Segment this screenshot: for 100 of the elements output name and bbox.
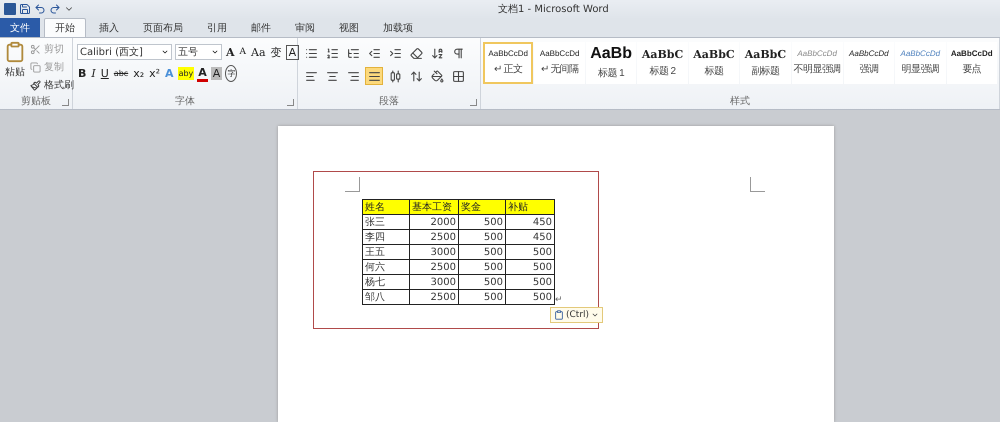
table-cell: 2000 <box>410 214 458 230</box>
margin-corner-mark <box>750 177 765 192</box>
style-item[interactable]: AaBbCcDd 强调 <box>844 42 894 84</box>
launcher-icon[interactable] <box>62 99 69 106</box>
ribbon-tab[interactable]: 插入 <box>88 18 130 37</box>
font-button[interactable]: A <box>210 67 222 80</box>
table-cell: 2500 <box>410 290 458 304</box>
table-cell: 张三 <box>362 214 410 230</box>
style-item[interactable]: AaBbC 副标题 <box>740 42 791 84</box>
undo-icon[interactable] <box>34 3 46 15</box>
style-name: ↵ 无间隔 <box>540 63 579 76</box>
ribbon-tab[interactable]: 页面布局 <box>132 18 194 37</box>
caret-icon <box>161 48 169 56</box>
table-cell: 450 <box>506 214 554 230</box>
table-cell: 3000 <box>410 244 458 260</box>
redo-icon[interactable] <box>49 3 61 15</box>
table-cell: 李四 <box>362 230 410 244</box>
header-cell: 基本工资 <box>410 200 458 214</box>
font-button[interactable]: x² <box>148 67 162 80</box>
style-name: 副标题 <box>751 64 780 78</box>
style-sample: AaBbCcDd <box>950 50 993 58</box>
font-button[interactable]: U <box>100 67 110 80</box>
font-button[interactable]: I <box>90 67 97 80</box>
table-cell: 杨七 <box>362 274 410 290</box>
ribbon-tab[interactable]: 审阅 <box>284 18 326 37</box>
margin-corner-mark <box>345 177 360 192</box>
font-button[interactable]: abc <box>112 67 130 80</box>
launcher-icon[interactable] <box>287 99 294 106</box>
style-item[interactable]: AaBbC 标题 2 <box>637 42 688 84</box>
font-button[interactable]: A <box>197 66 208 82</box>
clipboard-icon <box>4 41 26 63</box>
style-item[interactable]: AaBbCcDd 要点 <box>946 42 997 84</box>
table-cell: 500 <box>458 230 506 244</box>
ribbon-tab[interactable]: 开始 <box>44 18 86 37</box>
header-cell: 姓名 <box>362 200 410 214</box>
style-item[interactable]: AaBbCcDd ↵ 无间隔 <box>534 42 585 84</box>
font-button[interactable]: A <box>225 46 236 58</box>
ribbon-tab[interactable]: 视图 <box>328 18 370 37</box>
style-item[interactable]: AaBb 标题 1 <box>586 42 636 84</box>
style-name: 不明显强调 <box>794 63 841 76</box>
font-button[interactable]: aby <box>178 67 194 80</box>
save-icon[interactable] <box>19 3 31 15</box>
font-button[interactable]: x₂ <box>132 67 146 80</box>
font-button[interactable]: A <box>238 46 248 58</box>
paragraph-mark: ↵ <box>555 295 563 305</box>
table-cell: 邹八 <box>362 290 410 304</box>
table-cell: 王五 <box>362 244 410 260</box>
copy-icon <box>30 62 41 72</box>
style-name: 标题 <box>704 64 724 78</box>
style-sample: AaBbC <box>693 48 735 60</box>
style-name: 标题 1 <box>598 66 624 80</box>
table-cell: 500 <box>458 290 506 304</box>
style-sample: AaBbC <box>744 48 786 60</box>
table-cell: 3000 <box>410 274 458 290</box>
style-sample: AaBbCcDd <box>488 50 528 58</box>
style-sample: AaBb <box>590 46 632 62</box>
font-button[interactable]: Aa <box>250 46 267 58</box>
paste-options-button[interactable]: (Ctrl) <box>550 307 604 323</box>
style-item[interactable]: AaBbCcDd ↵ 正文 <box>483 42 534 84</box>
style-name: 明显强调 <box>901 63 940 76</box>
caret-icon <box>211 48 219 56</box>
header-cell: 奖金 <box>458 200 506 214</box>
font-size-field[interactable]: 五号 <box>175 44 222 60</box>
table-cell: 500 <box>458 214 506 230</box>
font-button[interactable]: A <box>286 44 300 60</box>
launcher-icon[interactable] <box>470 99 477 106</box>
group-label: 字体 <box>174 96 196 109</box>
ribbon-tab[interactable]: 引用 <box>196 18 238 37</box>
font-button[interactable]: B <box>77 67 88 80</box>
table-cell: 500 <box>458 260 506 274</box>
group-label: 段落 <box>378 96 400 109</box>
window-title: 文档1 - Microsoft Word <box>498 2 609 16</box>
file-tab[interactable]: 文件 <box>0 18 40 37</box>
paste-button[interactable]: 粘贴 <box>4 41 26 96</box>
table-cell: 500 <box>458 274 506 290</box>
app-logo-icon <box>4 3 16 15</box>
style-name: ↵ 正文 <box>494 62 522 76</box>
style-sample: AaBbCcDd <box>900 50 940 58</box>
table-cell: 2500 <box>410 230 458 244</box>
clipboard-button[interactable]: 格式刷 <box>30 77 74 93</box>
group-label: 剪贴板 <box>20 96 52 109</box>
table-cell: 何六 <box>362 260 410 274</box>
table-cell: 500 <box>506 260 554 274</box>
style-sample: AaBbC <box>642 48 684 60</box>
style-item[interactable]: AaBbCcDd 不明显强调 <box>792 42 843 84</box>
scissors-icon <box>30 44 41 54</box>
font-button[interactable]: 变 <box>270 46 283 58</box>
align-icon[interactable] <box>365 67 383 85</box>
style-item[interactable]: AaBbCcDd 明显强调 <box>895 42 946 84</box>
header-cell: 补贴 <box>506 200 554 214</box>
style-sample: AaBbCcDd <box>849 50 889 58</box>
table-cell: 500 <box>458 244 506 260</box>
style-name: 强调 <box>859 63 878 76</box>
clipboard-icon <box>554 310 564 320</box>
ribbon-tab[interactable]: 邮件 <box>240 18 282 37</box>
style-sample: AaBbCcDd <box>540 50 580 58</box>
style-item[interactable]: AaBbC 标题 <box>688 42 740 84</box>
ribbon-tab[interactable]: 加载项 <box>372 18 424 37</box>
font-family-field[interactable]: Calibri (西文] <box>77 44 172 60</box>
font-button[interactable]: 字 <box>225 65 238 82</box>
